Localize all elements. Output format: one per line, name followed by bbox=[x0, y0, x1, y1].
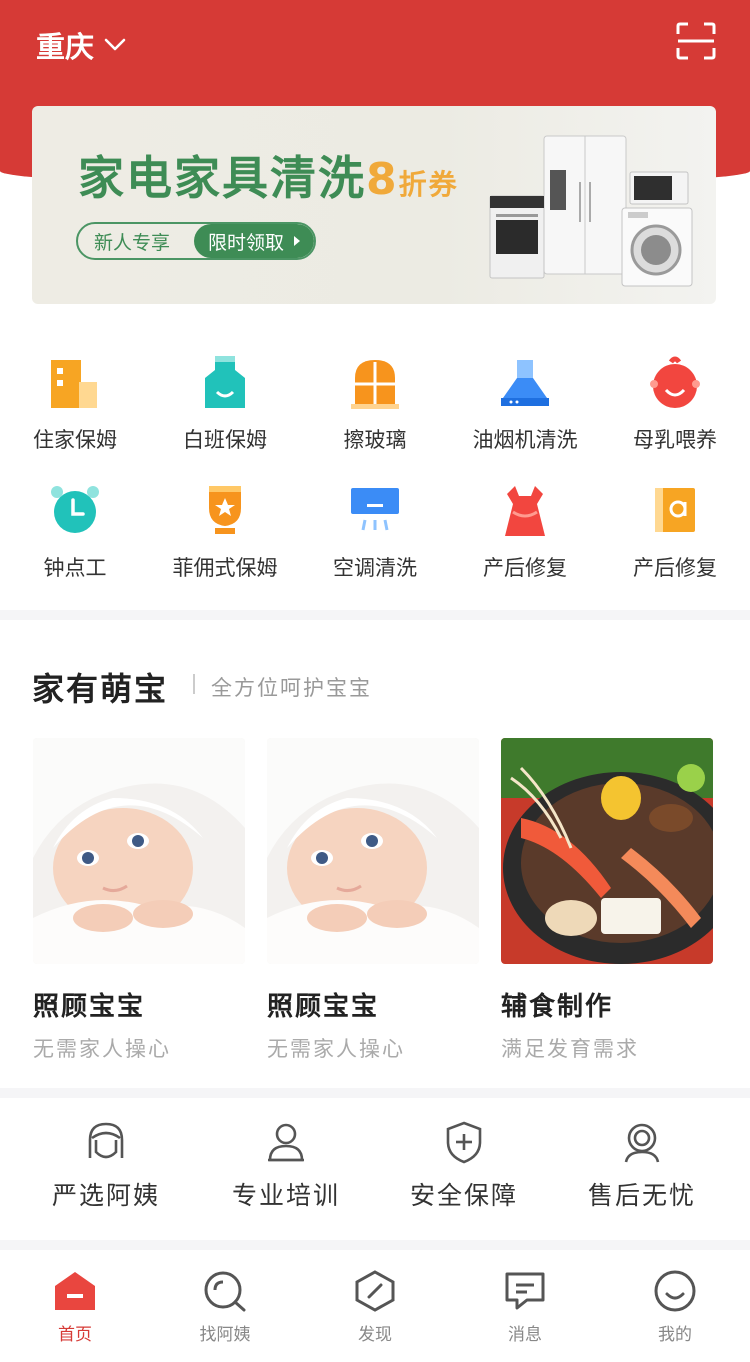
service-item-ac-cleaning[interactable]: 空调清洗 bbox=[300, 482, 450, 582]
card-title: 照顾宝宝 bbox=[267, 992, 380, 1022]
dress-icon bbox=[505, 486, 545, 536]
discover-icon bbox=[355, 1270, 395, 1312]
baby-face-icon bbox=[650, 356, 700, 408]
service-item-postpartum-recovery-2[interactable]: 产后修复 bbox=[600, 482, 750, 582]
person-icon bbox=[268, 1123, 304, 1162]
promo-banner[interactable]: 家电家具清洗8折券 新人专享 限时领取 bbox=[32, 106, 716, 304]
banner-pill-new-user: 新人专享 bbox=[94, 231, 171, 254]
service-item-day-nanny[interactable]: 白班保姆 bbox=[150, 354, 300, 454]
tab-find-aunt[interactable]: 找阿姨 bbox=[150, 1270, 300, 1345]
section-title: 家有萌宝 bbox=[32, 670, 169, 708]
card-subtitle: 无需家人操心 bbox=[33, 1037, 171, 1061]
badge-icon bbox=[209, 486, 241, 534]
section-subtitle: 全方位呵护宝宝 bbox=[211, 676, 372, 700]
service-item-postpartum-recovery[interactable]: 产后修复 bbox=[450, 482, 600, 582]
service-card-baby-care-2[interactable]: 照顾宝宝 无需家人操心 bbox=[267, 738, 479, 1063]
service-item-filipino-nanny[interactable]: 菲佣式保姆 bbox=[150, 482, 300, 582]
guarantee-bar: 严选阿姨 专业培训 安全保障 售后无忧 bbox=[0, 1098, 750, 1240]
city-selector[interactable]: 重庆 bbox=[36, 24, 126, 66]
feature-professional-training[interactable]: 专业培训 bbox=[196, 1120, 376, 1212]
baby-photo bbox=[267, 738, 479, 964]
air-conditioner-icon bbox=[351, 488, 399, 531]
card-title: 辅食制作 bbox=[501, 992, 614, 1022]
banner-claim-button[interactable]: 新人专享 限时领取 bbox=[76, 222, 316, 260]
banner-pill-claim: 限时领取 bbox=[194, 224, 314, 258]
food-photo bbox=[501, 738, 713, 964]
building-icon bbox=[51, 360, 97, 408]
window-icon bbox=[351, 360, 399, 409]
card-title: 照顾宝宝 bbox=[33, 992, 146, 1022]
banner-title: 家电家具清洗8折券 bbox=[78, 151, 459, 205]
service-card-baby-food[interactable]: 辅食制作 满足发育需求 bbox=[501, 738, 713, 1063]
apron-icon bbox=[205, 356, 245, 408]
service-item-breastfeeding[interactable]: 母乳喂养 bbox=[600, 354, 750, 454]
service-item-live-in-nanny[interactable]: 住家保姆 bbox=[0, 354, 150, 454]
feature-after-sales[interactable]: 售后无忧 bbox=[552, 1120, 732, 1212]
service-item-window-cleaning[interactable]: 擦玻璃 bbox=[300, 354, 450, 454]
bottom-tab-bar: 首页 找阿姨 发现 消息 我的 bbox=[0, 1250, 750, 1362]
face-icon bbox=[88, 1122, 124, 1159]
card-subtitle: 无需家人操心 bbox=[267, 1037, 405, 1061]
book-icon bbox=[655, 488, 695, 532]
tab-profile[interactable]: 我的 bbox=[600, 1270, 750, 1345]
headset-icon bbox=[624, 1123, 660, 1163]
scan-icon[interactable] bbox=[676, 22, 716, 60]
service-item-hourly-worker[interactable]: 钟点工 bbox=[0, 482, 150, 582]
shield-icon bbox=[446, 1121, 482, 1164]
feature-safety-guarantee[interactable]: 安全保障 bbox=[374, 1120, 554, 1212]
baby-photo bbox=[33, 738, 245, 964]
tab-messages[interactable]: 消息 bbox=[450, 1270, 600, 1345]
service-item-range-hood-cleaning[interactable]: 油烟机清洗 bbox=[450, 354, 600, 454]
card-subtitle: 满足发育需求 bbox=[501, 1037, 639, 1061]
city-label: 重庆 bbox=[36, 30, 95, 64]
range-hood-icon bbox=[501, 360, 549, 406]
baby-care-section: 家有萌宝 全方位呵护宝宝 照顾宝宝 无需家人操心 照顾宝宝 无需家人操心 辅食制… bbox=[0, 620, 750, 1088]
tab-home[interactable]: 首页 bbox=[0, 1270, 150, 1345]
triangle-right-icon bbox=[294, 236, 301, 246]
service-card-baby-care-1[interactable]: 照顾宝宝 无需家人操心 bbox=[33, 738, 245, 1063]
profile-icon bbox=[654, 1270, 696, 1312]
appliances-image bbox=[489, 135, 693, 287]
feature-selected-aunt[interactable]: 严选阿姨 bbox=[16, 1120, 196, 1212]
search-icon bbox=[204, 1271, 246, 1312]
alarm-clock-icon bbox=[51, 486, 99, 533]
section-divider bbox=[193, 674, 195, 694]
home-icon bbox=[55, 1272, 95, 1310]
tab-discover[interactable]: 发现 bbox=[300, 1270, 450, 1345]
message-icon bbox=[505, 1272, 545, 1310]
chevron-down-icon bbox=[104, 38, 126, 51]
